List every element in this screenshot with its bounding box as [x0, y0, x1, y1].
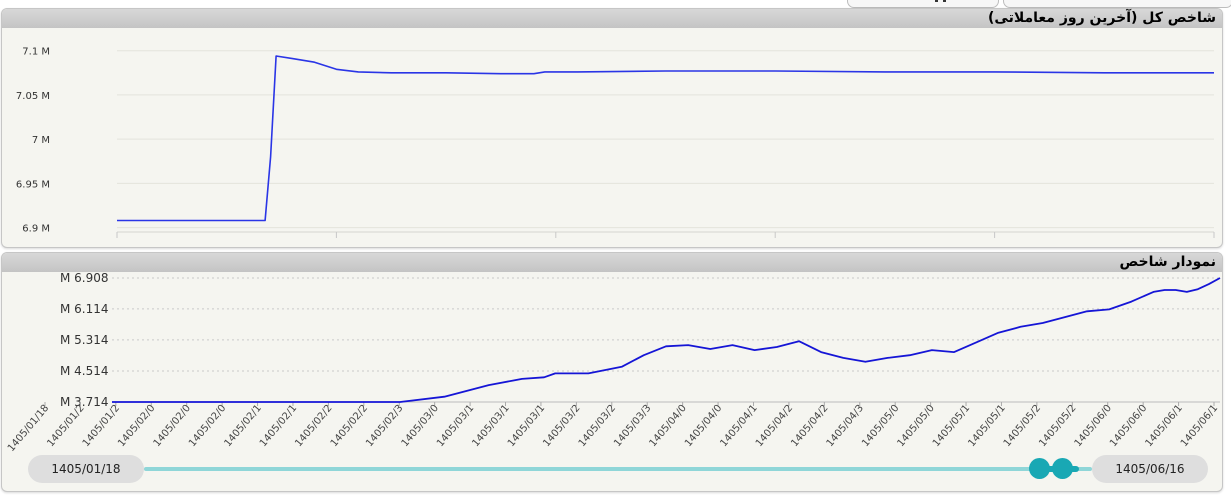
top-tab-strip — [0, 0, 1231, 8]
panel-header: شاخص کل (آخرین روز معاملاتی) — [2, 9, 1222, 28]
index-line — [117, 55, 1214, 222]
index-history-chart: M 6.908 M 6.114 M 5.314 M 4.514 M 3.714 1405/… — [6, 273, 1221, 454]
y-tick-label: 7.1 M — [22, 47, 50, 58]
range-end-label: 1405/06/16 — [1092, 455, 1208, 483]
index-history-panel: نمودار شاخص M 6.908 M 6.114 M 5.314 M 4.514… — [1, 252, 1223, 492]
y-tick-label: M 6.114 — [60, 302, 109, 316]
range-start-label: 1405/01/18 — [28, 455, 144, 483]
tab-marker — [935, 0, 938, 2]
panel-header: نمودار شاخص — [2, 253, 1222, 272]
range-start-handle[interactable] — [1029, 458, 1050, 479]
last-day-index-panel: شاخص کل (آخرین روز معاملاتی) 7.1 M 7.05 M… — [1, 8, 1223, 248]
tab-right[interactable] — [1003, 0, 1231, 8]
y-tick-label: M 4.514 — [60, 364, 109, 378]
x-tick-label: 1405/06/1 — [1179, 403, 1220, 449]
last-day-index-chart: 7.1 M 7.05 M 7 M 6.95 M 6.9 M — [16, 47, 1215, 238]
tab-left[interactable] — [847, 0, 999, 8]
panel-title: شاخص کل (آخرین روز معاملاتی) — [988, 10, 1216, 26]
y-tick-label: M 5.314 — [60, 333, 109, 347]
y-tick-label: 6.9 M — [22, 224, 50, 235]
y-tick-label: M 3.714 — [60, 395, 109, 409]
tab-marker — [943, 0, 946, 2]
x-tick-label: 1405/01/18 — [6, 403, 51, 454]
y-tick-label: 7.05 M — [16, 91, 50, 102]
range-end-handle[interactable] — [1052, 458, 1073, 479]
range-slider-track[interactable] — [144, 467, 1092, 471]
y-tick-label: M 6.908 — [60, 273, 109, 285]
y-tick-label: 7 M — [32, 135, 50, 146]
y-tick-label: 6.95 M — [16, 179, 50, 190]
panel-title: نمودار شاخص — [1119, 254, 1216, 270]
